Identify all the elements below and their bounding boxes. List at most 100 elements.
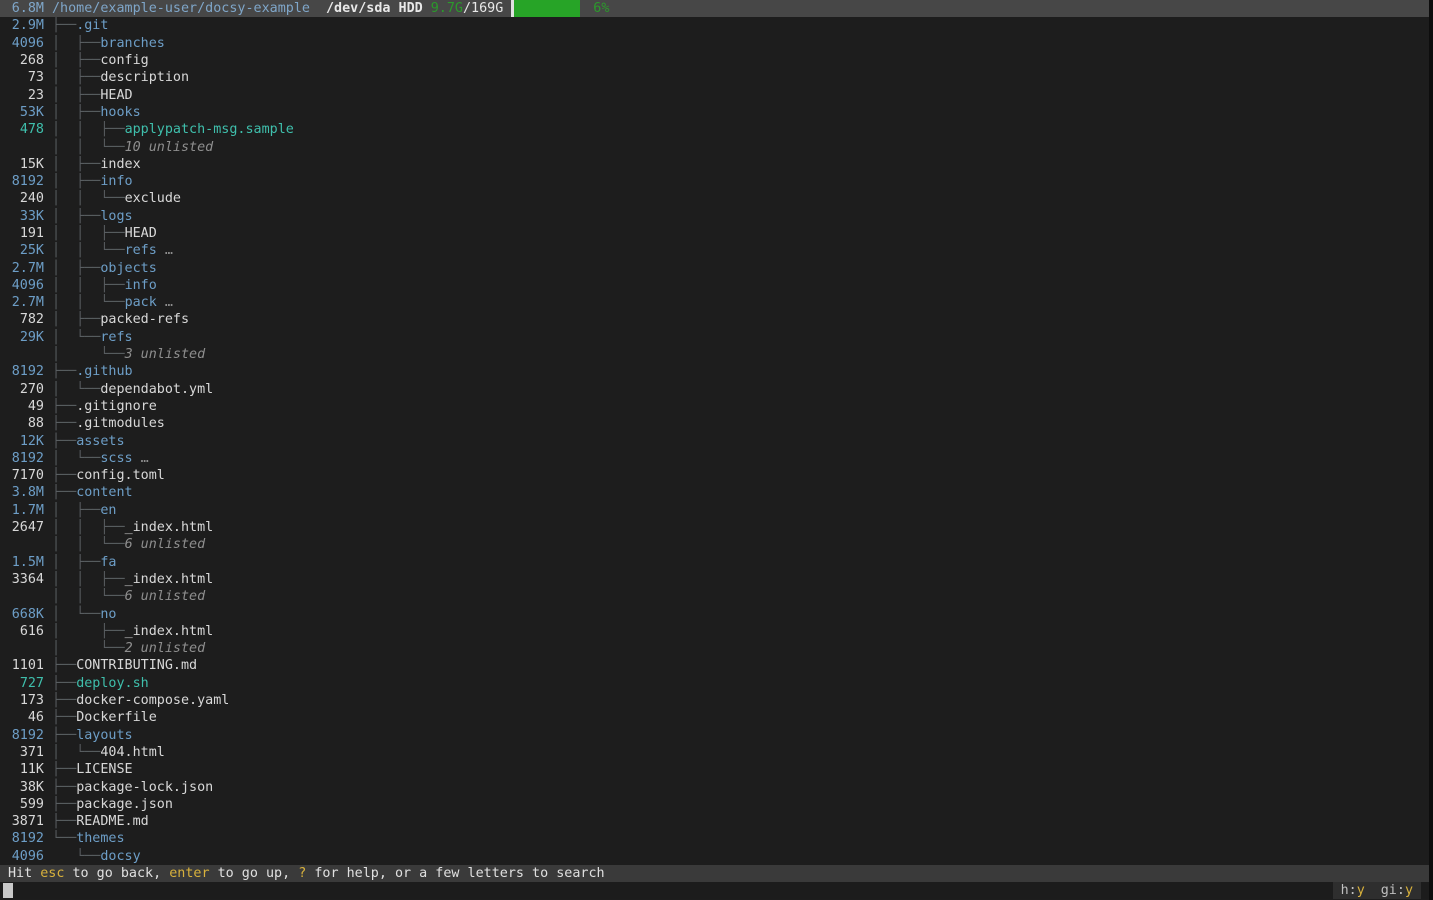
tree-row[interactable]: 8192 │ ├── info: [0, 173, 1429, 190]
entry-name: docker-compose.yaml: [76, 693, 229, 708]
tree-row[interactable]: 23 │ ├── HEAD: [0, 86, 1429, 103]
tree-branch: ├──: [52, 416, 76, 431]
tree-row[interactable]: 8192 │ └── scss …: [0, 450, 1429, 467]
tree-row[interactable]: 173 ├── docker-compose.yaml: [0, 692, 1429, 709]
entry-size: 4096: [0, 278, 44, 293]
tree-row[interactable]: 4096 │ │ ├── info: [0, 277, 1429, 294]
tree-row[interactable]: 3364 │ │ ├── _index.html: [0, 571, 1429, 588]
tree-row[interactable]: 727 ├── deploy.sh: [0, 675, 1429, 692]
tree-row[interactable]: │ └── 3 unlisted: [0, 346, 1429, 363]
tree-row[interactable]: 25K │ │ └── refs …: [0, 242, 1429, 259]
entry-name: applypatch-msg.sample: [125, 122, 294, 137]
tree-row[interactable]: 4096 └── docsy: [0, 848, 1429, 865]
entry-name: 2 unlisted: [125, 641, 206, 656]
command-input-line[interactable]: h:ygi:y: [0, 882, 1429, 899]
entry-size: 270: [0, 382, 44, 397]
entry-size: 2.7M: [0, 261, 44, 276]
tree-row[interactable]: │ │ └── 6 unlisted: [0, 588, 1429, 605]
tree-row[interactable]: 668K │ └── no: [0, 605, 1429, 622]
tree-row[interactable]: 1.7M │ ├── en: [0, 502, 1429, 519]
entry-name: HEAD: [100, 88, 132, 103]
tree-branch: │ ├──: [52, 88, 100, 103]
tree-row[interactable]: │ │ └── 6 unlisted: [0, 536, 1429, 553]
tree-branch: ├──: [52, 434, 76, 449]
entry-name: fa: [100, 555, 116, 570]
tree-row[interactable]: 191 │ │ ├── HEAD: [0, 225, 1429, 242]
tree-row[interactable]: 2.7M │ ├── objects: [0, 259, 1429, 276]
hint-text: Hit: [8, 866, 40, 881]
tree-row[interactable]: 3871 ├── README.md: [0, 813, 1429, 830]
tree-row[interactable]: 38K ├── package-lock.json: [0, 778, 1429, 795]
tree-row[interactable]: 616 │ ├── _index.html: [0, 623, 1429, 640]
tree-row[interactable]: 8192 ├── layouts: [0, 726, 1429, 743]
entry-name: scss: [100, 451, 132, 466]
flag-value: y: [1357, 883, 1365, 898]
tree-row[interactable]: 29K │ └── refs: [0, 329, 1429, 346]
entry-name: _index.html: [125, 572, 214, 587]
tree-row[interactable]: 599 ├── package.json: [0, 796, 1429, 813]
tree-row[interactable]: 1101 ├── CONTRIBUTING.md: [0, 657, 1429, 674]
tree-row[interactable]: 49 ├── .gitignore: [0, 398, 1429, 415]
tree-row[interactable]: 7170 ├── config.toml: [0, 467, 1429, 484]
tree-branch: │ │ ├──: [52, 572, 125, 587]
tree-row[interactable]: 270 │ └── dependabot.yml: [0, 381, 1429, 398]
entry-size: 46: [0, 710, 44, 725]
tree-branch: │ ├──: [52, 53, 100, 68]
entry-name: _index.html: [125, 624, 214, 639]
file-tree: 2.9M ├── .git 4096 │ ├── branches 268 │ …: [0, 17, 1429, 865]
entry-name: CONTRIBUTING.md: [76, 658, 197, 673]
entry-name: layouts: [76, 728, 132, 743]
tree-row[interactable]: 15K │ ├── index: [0, 156, 1429, 173]
entry-size: 191: [0, 226, 44, 241]
tree-row[interactable]: 2.7M │ │ └── pack …: [0, 294, 1429, 311]
tree-row[interactable]: 1.5M │ ├── fa: [0, 554, 1429, 571]
tree-branch: │ ├──: [52, 312, 100, 327]
tree-branch: │ │ ├──: [52, 122, 125, 137]
tree-branch: ├──: [52, 710, 76, 725]
tree-row[interactable]: 33K │ ├── logs: [0, 208, 1429, 225]
tree-branch: │ ├──: [52, 70, 100, 85]
tree-row[interactable]: 8192 ├── .github: [0, 363, 1429, 380]
tree-row[interactable]: 53K │ ├── hooks: [0, 104, 1429, 121]
tree-row[interactable]: 2.9M ├── .git: [0, 17, 1429, 34]
tree-row[interactable]: 782 │ ├── packed-refs: [0, 311, 1429, 328]
entry-name: 6 unlisted: [125, 589, 206, 604]
entry-size: 2.9M: [0, 18, 44, 33]
entry-size: 1101: [0, 658, 44, 673]
tree-row[interactable]: 88 ├── .gitmodules: [0, 415, 1429, 432]
tree-row[interactable]: 268 │ ├── config: [0, 52, 1429, 69]
entry-size: 4096: [0, 849, 44, 864]
tree-branch: ├──: [52, 18, 76, 33]
tree-row[interactable]: 240 │ │ └── exclude: [0, 190, 1429, 207]
tree-row[interactable]: 12K ├── assets: [0, 432, 1429, 449]
tree-branch: ├──: [52, 676, 76, 691]
tree-row[interactable]: 2647 │ │ ├── _index.html: [0, 519, 1429, 536]
tree-branch: │ └──: [52, 382, 100, 397]
tree-row[interactable]: 3.8M ├── content: [0, 484, 1429, 501]
tree-branch: │ └──: [52, 347, 125, 362]
tree-branch: └──: [52, 831, 76, 846]
tree-branch: │ │ ├──: [52, 520, 125, 535]
entry-size: 727: [0, 676, 44, 691]
flag-h: h:y: [1341, 883, 1365, 898]
tree-row[interactable]: 371 │ └── 404.html: [0, 744, 1429, 761]
tree-row[interactable]: 11K ├── LICENSE: [0, 761, 1429, 778]
tree-branch: │ │ └──: [52, 537, 125, 552]
tree-branch: └──: [52, 849, 100, 864]
tree-row[interactable]: 8192 └── themes: [0, 830, 1429, 847]
tree-branch: │ ├──: [52, 555, 100, 570]
entry-size: 616: [0, 624, 44, 639]
entry-name: 6 unlisted: [125, 537, 206, 552]
tree-row[interactable]: │ │ └── 10 unlisted: [0, 138, 1429, 155]
entry-size: 8192: [0, 364, 44, 379]
working-directory-path[interactable]: /home/example-user/docsy-example: [52, 1, 310, 16]
entry-size: 478: [0, 122, 44, 137]
entry-size: 29K: [0, 330, 44, 345]
tree-row[interactable]: │ └── 2 unlisted: [0, 640, 1429, 657]
key-hint: enter: [169, 866, 209, 881]
tree-row[interactable]: 478 │ │ ├── applypatch-msg.sample: [0, 121, 1429, 138]
tree-branch: ├──: [52, 780, 76, 795]
tree-row[interactable]: 46 ├── Dockerfile: [0, 709, 1429, 726]
tree-row[interactable]: 73 │ ├── description: [0, 69, 1429, 86]
tree-row[interactable]: 4096 │ ├── branches: [0, 35, 1429, 52]
